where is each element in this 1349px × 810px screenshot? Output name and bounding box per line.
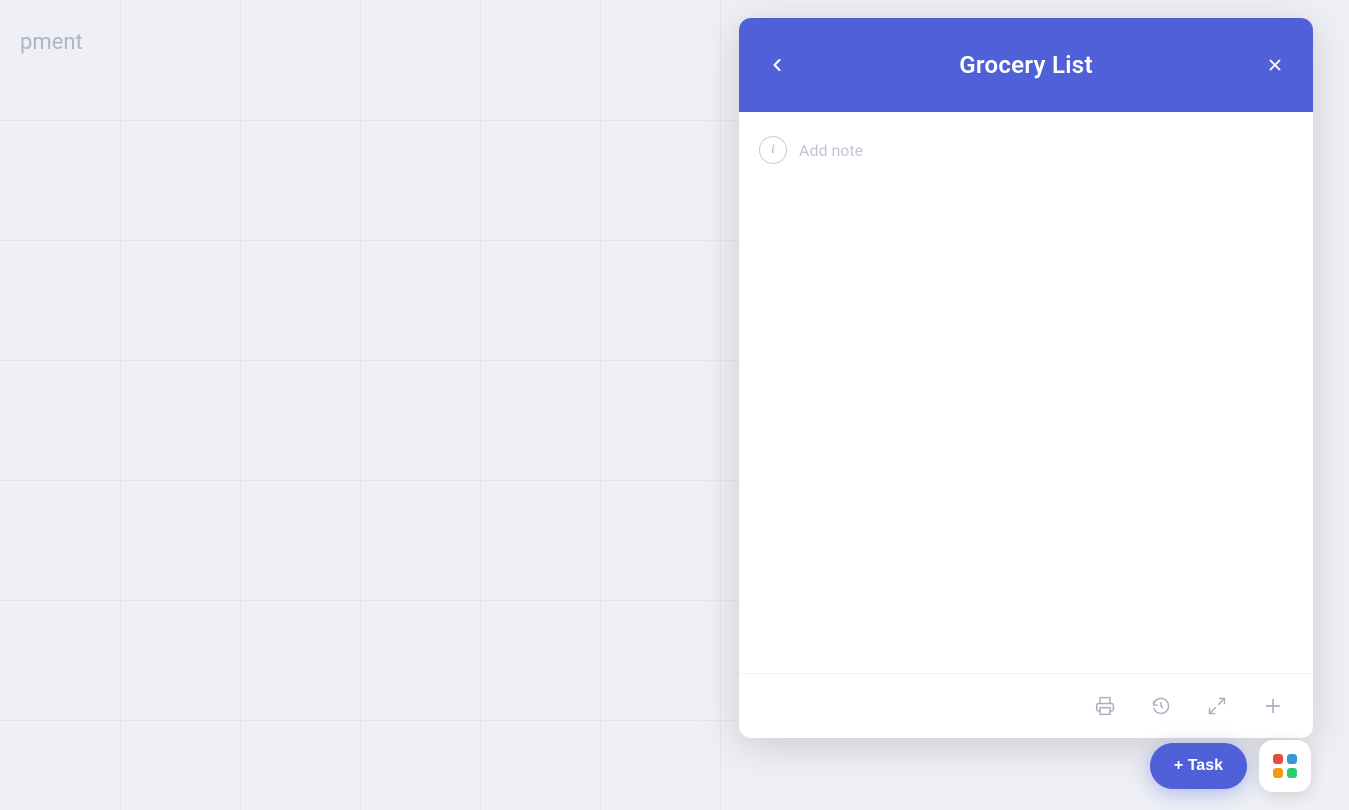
background-panel: pment (0, 0, 740, 810)
note-icon-circle: i (759, 136, 787, 164)
print-button[interactable] (1089, 690, 1121, 722)
app-dot-red (1273, 754, 1283, 764)
panel-header: Grocery List (739, 18, 1313, 112)
panel-body: i Add note (739, 112, 1313, 673)
add-note-placeholder: Add note (799, 141, 863, 160)
apps-grid (1273, 754, 1297, 778)
background-partial-text: pment (20, 30, 83, 55)
add-note-row[interactable]: i Add note (759, 132, 1293, 168)
app-dot-orange (1273, 768, 1283, 778)
panel-footer (739, 673, 1313, 738)
add-task-button[interactable]: + Task (1150, 743, 1247, 789)
expand-button[interactable] (1201, 690, 1233, 722)
add-item-button[interactable] (1257, 690, 1289, 722)
back-button[interactable] (759, 47, 795, 83)
history-button[interactable] (1145, 690, 1177, 722)
app-dot-green (1287, 768, 1297, 778)
background-grid (0, 0, 740, 810)
italic-icon: i (771, 142, 775, 158)
task-panel: Grocery List i Add note (739, 18, 1313, 738)
floating-buttons: + Task (1150, 740, 1311, 792)
app-dot-blue (1287, 754, 1297, 764)
close-button[interactable] (1257, 47, 1293, 83)
panel-title: Grocery List (959, 51, 1093, 79)
apps-button[interactable] (1259, 740, 1311, 792)
